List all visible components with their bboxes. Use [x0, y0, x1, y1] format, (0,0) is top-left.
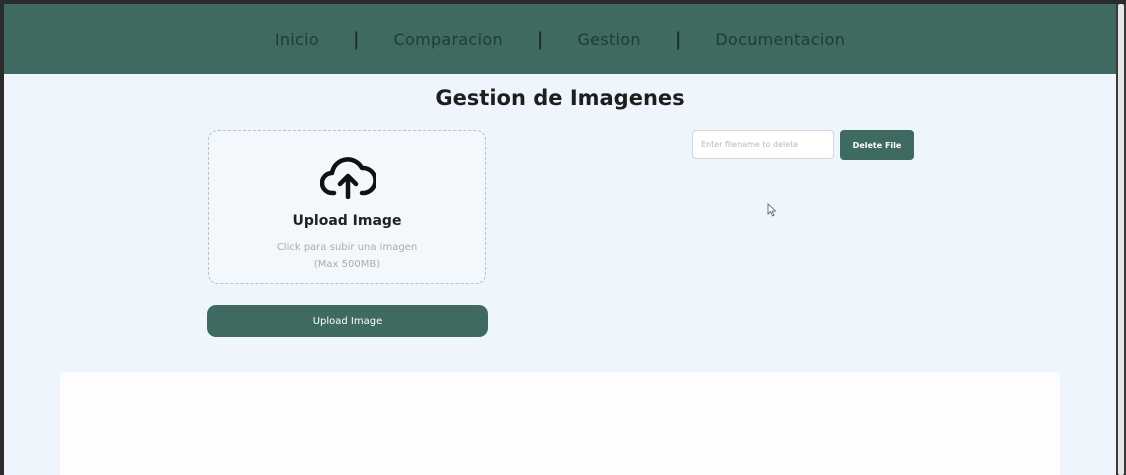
delete-file-button[interactable]: Delete File: [840, 130, 914, 160]
cloud-upload-icon: [320, 157, 376, 199]
nav-link-gestion[interactable]: Gestion: [577, 30, 640, 49]
vertical-scrollbar[interactable]: [1116, 4, 1126, 475]
nav-link-comparacion[interactable]: Comparacion: [394, 30, 503, 49]
nav-separator: |: [536, 28, 544, 50]
delete-filename-input[interactable]: [692, 130, 834, 159]
upload-hint-text: Click para subir una imagen: [276, 242, 418, 253]
scrollbar-thumb[interactable]: [1118, 4, 1124, 475]
page-title: Gestion de Imagenes: [435, 86, 685, 110]
nav-separator: |: [674, 28, 682, 50]
nav-link-inicio[interactable]: Inicio: [275, 30, 319, 49]
top-navbar: Inicio | Comparacion | Gestion | Documen…: [4, 4, 1116, 74]
upload-hint: Click para subir una imagen (Max 500MB): [209, 239, 485, 273]
nav-link-documentacion[interactable]: Documentacion: [715, 30, 845, 49]
browser-viewport: Inicio | Comparacion | Gestion | Documen…: [4, 4, 1116, 475]
upload-dropzone[interactable]: Upload Image Click para subir una imagen…: [208, 130, 486, 284]
nav-separator: |: [352, 28, 360, 50]
mouse-cursor-icon: [767, 203, 777, 217]
upload-image-button[interactable]: Upload Image: [207, 305, 488, 337]
upload-size-limit: (Max 500MB): [313, 259, 381, 270]
upload-heading: Upload Image: [292, 213, 402, 229]
image-list-panel: [60, 372, 1060, 475]
